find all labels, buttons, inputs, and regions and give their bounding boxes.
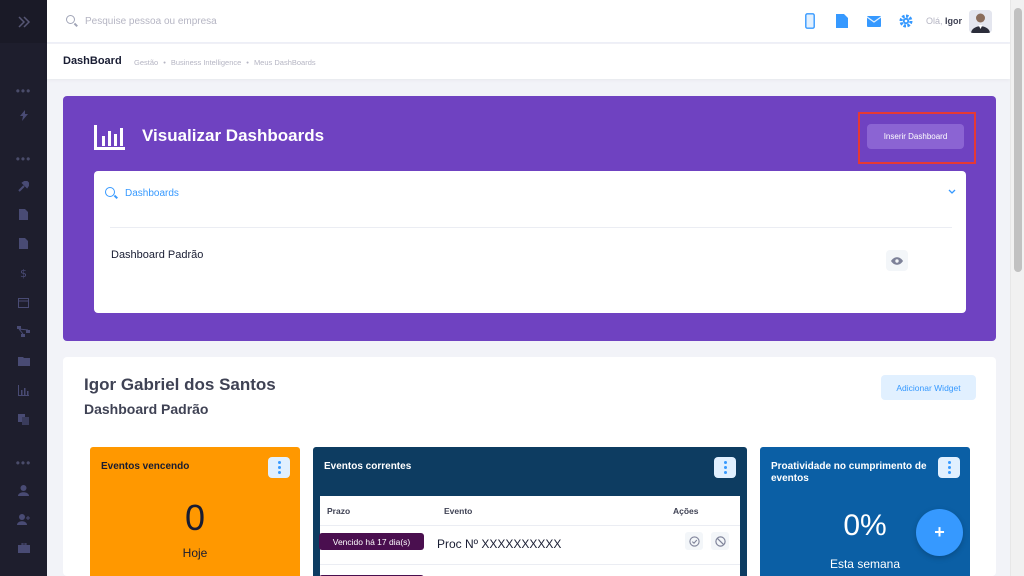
widget-eventos-correntes: Eventos correntes Prazo Evento Ações Ven… xyxy=(313,447,747,576)
dashboard-item-label: Dashboard Padrão xyxy=(111,249,204,261)
avatar[interactable] xyxy=(969,10,992,33)
file-icon[interactable] xyxy=(834,13,850,29)
dashboards-list-card: Dashboards Dashboard Padrão xyxy=(94,171,966,313)
sidebar-section-dots: ••• xyxy=(15,456,32,470)
row-divider xyxy=(320,564,740,565)
floating-add-button[interactable]: + xyxy=(916,509,963,556)
dollar-icon[interactable]: $ xyxy=(0,267,47,282)
user-icon[interactable] xyxy=(0,485,47,499)
dashboard-user-name: Igor Gabriel dos Santos xyxy=(84,375,276,394)
row-divider xyxy=(320,525,740,526)
breadcrumb: Gestão • Business Intelligence • Meus Da… xyxy=(134,58,316,67)
chevron-down-icon[interactable] xyxy=(948,186,956,196)
visualizar-dashboards-panel: Visualizar Dashboards Inserir Dashboard … xyxy=(63,96,996,341)
widget-title: Proatividade no cumprimento de eventos xyxy=(771,461,927,484)
double-chevron-right-icon xyxy=(17,15,30,28)
user-greeting[interactable]: Olá, Igor xyxy=(926,16,962,26)
header-icons xyxy=(802,13,914,29)
gear-icon[interactable] xyxy=(898,13,914,29)
widget-period: Hoje xyxy=(182,546,208,560)
search-icon xyxy=(105,187,115,197)
user-add-icon[interactable] xyxy=(0,514,47,528)
widget-period: Esta semana xyxy=(829,557,901,571)
widget-eventos-vencendo: Eventos vencendo 0 Hoje xyxy=(90,447,300,576)
bar-chart-icon xyxy=(94,125,125,155)
scrollbar-thumb[interactable] xyxy=(1014,8,1022,272)
breadcrumb-item[interactable]: Business Intelligence xyxy=(171,58,241,67)
event-name: Proc Nº XXXXXXXXXX xyxy=(437,537,562,551)
copy-icon[interactable] xyxy=(0,414,47,428)
chart-icon[interactable] xyxy=(0,385,47,399)
widget-menu-button[interactable] xyxy=(714,457,736,478)
dashboard-card: Igor Gabriel dos Santos Dashboard Padrão… xyxy=(63,357,996,576)
hammer-icon[interactable] xyxy=(0,179,47,195)
breadcrumb-item[interactable]: Meus DashBoards xyxy=(254,58,316,67)
column-header: Prazo xyxy=(327,506,351,516)
breadcrumb-separator: • xyxy=(163,58,166,67)
mobile-icon[interactable] xyxy=(802,13,818,29)
sitemap-icon[interactable] xyxy=(0,326,47,340)
briefcase-icon[interactable] xyxy=(0,542,47,556)
sidebar-section-dots: ••• xyxy=(15,152,32,166)
folder-icon[interactable] xyxy=(0,356,47,369)
complete-event-button[interactable] xyxy=(685,532,703,550)
view-dashboard-button[interactable] xyxy=(886,250,908,271)
widget-title: Eventos vencendo xyxy=(101,461,190,472)
accordion-label: Dashboards xyxy=(125,188,179,199)
widget-menu-button[interactable] xyxy=(938,457,960,478)
widget-value: 0 xyxy=(184,497,206,538)
column-header: Ações xyxy=(673,506,699,516)
calendar-icon[interactable] xyxy=(0,297,47,311)
document-alt-icon[interactable] xyxy=(0,238,47,252)
divider xyxy=(110,227,952,228)
dashboard-name: Dashboard Padrão xyxy=(84,401,209,417)
cancel-event-button[interactable] xyxy=(711,532,729,550)
breadcrumb-item[interactable]: Gestão xyxy=(134,58,158,67)
widget-title: Eventos correntes xyxy=(324,461,412,472)
sidebar-toggle[interactable] xyxy=(0,0,47,43)
check-circle-icon xyxy=(688,535,700,547)
page-title: DashBoard xyxy=(63,55,122,67)
search-input[interactable] xyxy=(85,12,385,30)
sidebar: ••• ••• $ ••• xyxy=(0,0,47,576)
dashboards-accordion-header[interactable]: Dashboards xyxy=(94,171,966,217)
subheader: DashBoard Gestão • Business Intelligence… xyxy=(47,44,1010,79)
top-header: Olá, Igor xyxy=(47,0,1010,43)
insert-dashboard-button[interactable]: Inserir Dashboard xyxy=(867,124,964,149)
ban-icon xyxy=(714,535,726,547)
scrollbar[interactable] xyxy=(1010,0,1024,576)
bolt-icon[interactable] xyxy=(0,110,47,124)
panel-title: Visualizar Dashboards xyxy=(142,126,325,145)
eye-icon xyxy=(891,256,903,265)
breadcrumb-separator: • xyxy=(246,58,249,67)
sidebar-section-dots: ••• xyxy=(15,84,32,98)
deadline-badge: Vencido há 17 dia(s) xyxy=(319,533,424,550)
search-icon xyxy=(66,15,75,24)
mail-icon[interactable] xyxy=(866,13,882,29)
document-icon[interactable] xyxy=(0,209,47,223)
column-header: Evento xyxy=(444,506,473,516)
svg-text:$: $ xyxy=(20,267,27,279)
widget-menu-button[interactable] xyxy=(268,457,290,478)
add-widget-button[interactable]: Adicionar Widget xyxy=(881,375,976,400)
